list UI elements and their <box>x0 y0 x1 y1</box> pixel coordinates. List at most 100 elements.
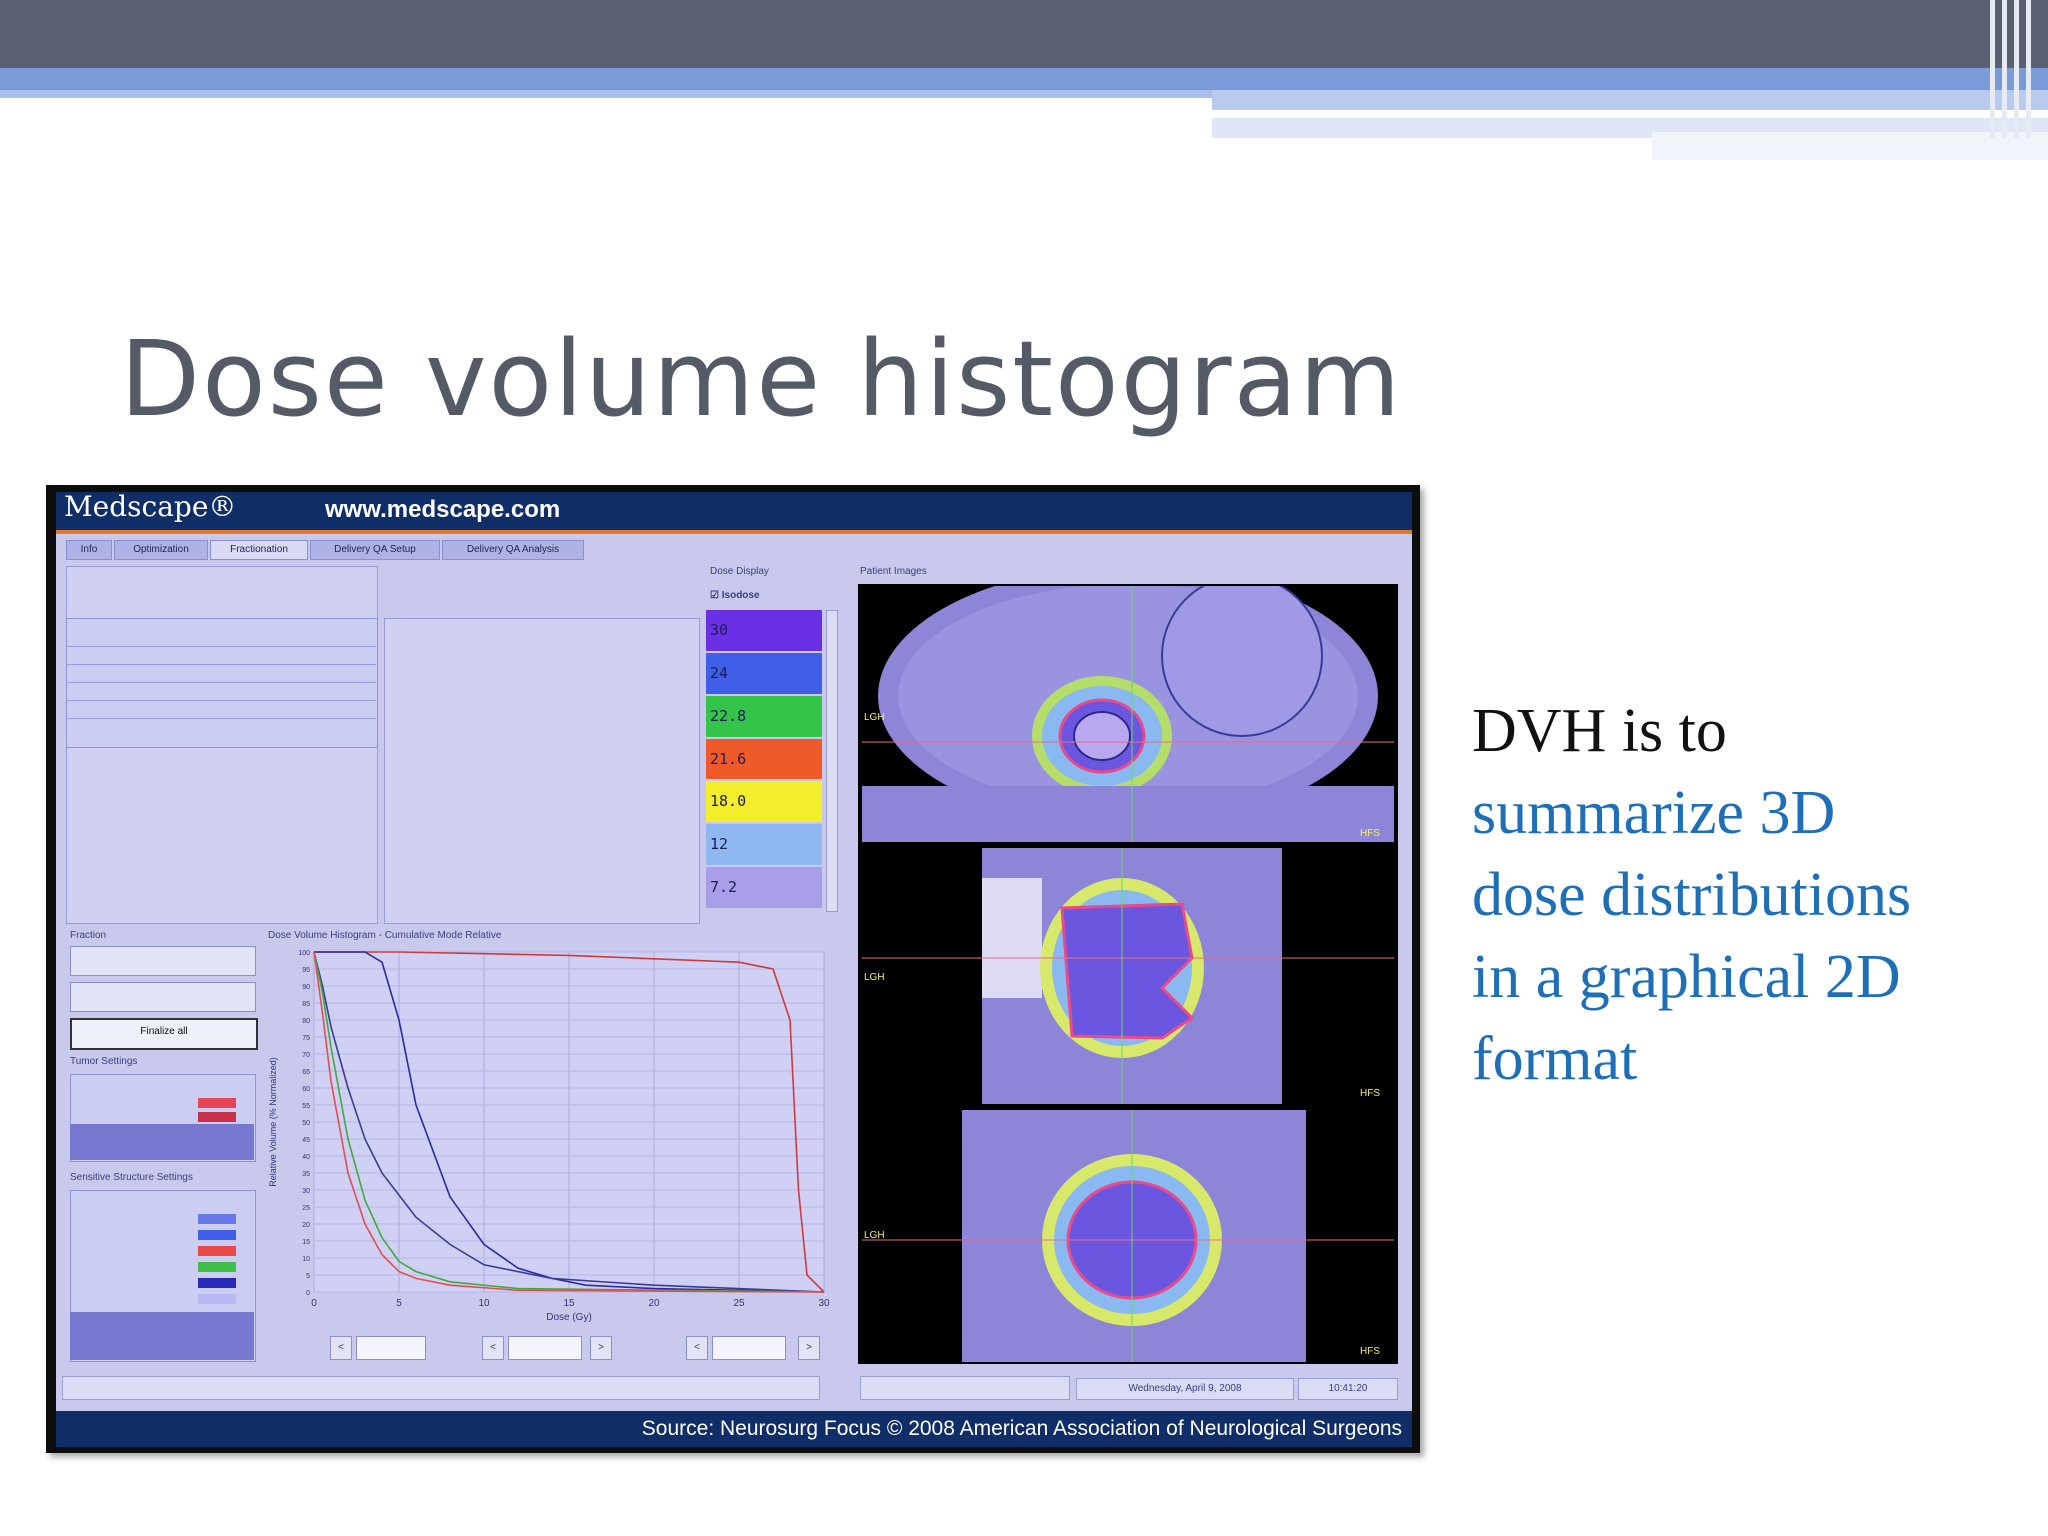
finalize-all-button[interactable]: Finalize all <box>70 1018 258 1050</box>
accent-band-right-gap <box>1212 110 1897 118</box>
x-tick-label: 25 <box>733 1298 745 1309</box>
x-tick-label: 0 <box>311 1298 317 1309</box>
y-tick-label: 45 <box>302 1137 310 1144</box>
x-tick-label: 20 <box>648 1298 660 1309</box>
patient-images-label: Patient Images <box>860 566 927 577</box>
medscape-header <box>56 492 1412 530</box>
body-line: format <box>1472 1025 1638 1093</box>
y-tick-label: 60 <box>302 1086 310 1093</box>
isodose-label: Isodose <box>721 590 760 601</box>
view-label: LGH <box>864 972 885 983</box>
gy-max-input[interactable] <box>712 1336 786 1360</box>
isodose-level: 12 <box>706 824 822 866</box>
accent-band-right-faint <box>1652 132 2048 160</box>
corner-stripe <box>1990 0 1995 138</box>
coronal-view[interactable] <box>862 848 1394 1104</box>
fraction-log-table <box>384 618 700 924</box>
y-tick-label: 25 <box>302 1205 310 1212</box>
y-tick-label: 20 <box>302 1222 310 1229</box>
row-divider <box>66 700 376 701</box>
fraction-panel-label: Fraction <box>70 930 107 941</box>
row-divider <box>66 718 376 719</box>
status-time: 10:41:20 <box>1298 1378 1398 1400</box>
isodose-level: 18.0 <box>706 781 822 823</box>
tab-delivery-qa-setup[interactable]: Delivery QA Setup <box>310 540 440 560</box>
gy-max-decrement[interactable]: < <box>686 1336 708 1360</box>
y-tick-label: 10 <box>302 1256 310 1263</box>
tab-optimization[interactable]: Optimization <box>114 540 208 560</box>
y-tick-label: 100 <box>298 950 310 957</box>
x-axis-label: Dose (Gy) <box>546 1312 592 1323</box>
status-date: Wednesday, April 9, 2008 <box>1076 1378 1294 1400</box>
body-line: summarize 3D <box>1472 779 1836 847</box>
fraction-action-button[interactable] <box>70 946 256 976</box>
dvh-title: Dose Volume Histogram - Cumulative Mode … <box>268 930 502 941</box>
accent-band <box>0 68 2048 90</box>
row-divider <box>66 664 376 665</box>
tumor-color-swatch[interactable] <box>198 1112 236 1122</box>
dose-display-label: Dose Display <box>710 566 769 577</box>
isodose-level: 24 <box>706 652 822 694</box>
body-line: dose distributions <box>1472 861 1912 929</box>
sensitive-settings-label: Sensitive Structure Settings <box>70 1172 193 1183</box>
body-intro: DVH is to <box>1472 697 1727 765</box>
accent-band-right <box>1212 90 2048 110</box>
y-tick-label: 30 <box>302 1188 310 1195</box>
view-corner-label: HFS <box>1360 1346 1380 1357</box>
structure-color-swatch[interactable] <box>198 1262 236 1272</box>
header-band <box>0 0 2048 68</box>
vol-min-decrement[interactable]: < <box>330 1336 352 1360</box>
dvh-chart: 0 5 10 15 20 25 30 0 5 10 15 20 25 30 35 40 45 50 55 60 65 70… <box>268 950 830 1323</box>
status-bar-mid <box>860 1376 1070 1400</box>
legend-scrollbar[interactable] <box>826 610 838 912</box>
axial-view[interactable] <box>862 586 1394 842</box>
tumor-settings-label: Tumor Settings <box>70 1056 138 1067</box>
corner-stripe <box>2026 0 2031 138</box>
create-future-fractions-button[interactable] <box>590 572 674 608</box>
y-tick-label: 35 <box>302 1171 310 1178</box>
y-tick-label: 65 <box>302 1069 310 1076</box>
tumor-color-swatch[interactable] <box>198 1098 236 1108</box>
y-tick-label: 50 <box>302 1120 310 1127</box>
view-corner-label: HFS <box>1360 828 1380 839</box>
y-tick-label: 70 <box>302 1052 310 1059</box>
view-label: LGH <box>864 712 885 723</box>
gy-min-increment[interactable]: > <box>590 1336 612 1360</box>
isodose-level: 22.8 <box>706 695 822 737</box>
view-corner-label: HFS <box>1360 1088 1380 1099</box>
y-tick-label: 15 <box>302 1239 310 1246</box>
fraction-rows <box>66 618 378 748</box>
corner-stripe <box>2002 0 2007 138</box>
y-tick-label: 75 <box>302 1035 310 1042</box>
isodose-checkbox[interactable]: ☑ Isodose <box>710 590 760 601</box>
structure-color-swatch[interactable] <box>198 1246 236 1256</box>
slide-body-text: DVH is to summarize 3D dose distribution… <box>1472 690 2032 1100</box>
gy-min-decrement[interactable]: < <box>482 1336 504 1360</box>
fraction-action-button[interactable] <box>70 982 256 1012</box>
gy-max-increment[interactable]: > <box>798 1336 820 1360</box>
accent-band-thin <box>0 90 1212 98</box>
gy-min-input[interactable] <box>508 1336 582 1360</box>
sensitive-table-empty <box>70 1312 254 1360</box>
structure-color-swatch[interactable] <box>198 1214 236 1224</box>
structure-color-swatch[interactable] <box>198 1294 236 1304</box>
x-tick-label: 30 <box>818 1298 830 1309</box>
x-tick-label: 5 <box>396 1298 402 1309</box>
isodose-level: 7.2 <box>706 867 822 908</box>
sagittal-view[interactable] <box>862 1110 1394 1362</box>
structure-color-swatch[interactable] <box>198 1278 236 1288</box>
structure-color-swatch[interactable] <box>198 1230 236 1240</box>
body-line: in a graphical 2D <box>1472 943 1901 1011</box>
tab-fractionation[interactable]: Fractionation <box>210 540 308 560</box>
tab-info[interactable]: Info <box>66 540 112 560</box>
y-tick-label: 0 <box>306 1290 310 1297</box>
tab-delivery-qa-analysis[interactable]: Delivery QA Analysis <box>442 540 584 560</box>
source-credit: Source: Neurosurg Focus © 2008 American … <box>641 1417 1402 1440</box>
medscape-url: www.medscape.com <box>325 496 561 523</box>
y-tick-label: 55 <box>302 1103 310 1110</box>
y-tick-label: 80 <box>302 1018 310 1025</box>
corner-stripe <box>2014 0 2019 138</box>
x-tick-label: 15 <box>563 1298 575 1309</box>
y-axis-label: Relative Volume (% Normalized) <box>268 1057 278 1187</box>
vol-min-input[interactable] <box>356 1336 426 1360</box>
